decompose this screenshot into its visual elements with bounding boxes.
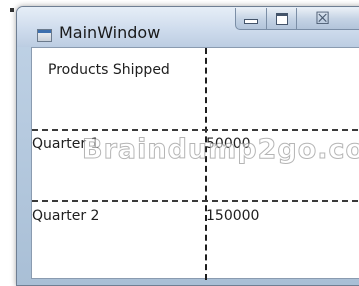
screenshot-margin [0, 0, 16, 284]
main-window: MainWindow ☒ Products Shipped Quarter 1 … [16, 6, 359, 286]
close-icon: ☒ [315, 8, 331, 29]
data-grid: Products Shipped Quarter 1 50000 Quarter… [32, 48, 359, 280]
maximize-icon [267, 8, 296, 29]
column-divider [205, 48, 207, 280]
row-label-quarter-1: Quarter 1 [32, 136, 100, 152]
row-value-quarter-1: 50000 [206, 136, 251, 152]
header-cell: Products Shipped [48, 62, 170, 78]
row-divider [32, 129, 359, 131]
close-button[interactable]: ☒ [297, 8, 359, 30]
client-area: Products Shipped Quarter 1 50000 Quarter… [31, 47, 359, 280]
window-icon[interactable] [37, 29, 52, 42]
minimize-icon [236, 8, 266, 29]
row-label-quarter-2: Quarter 2 [32, 208, 100, 224]
row-divider [32, 200, 359, 202]
window-title: MainWindow [59, 23, 161, 42]
edge-marker [10, 8, 14, 12]
maximize-button[interactable] [267, 8, 297, 30]
row-value-quarter-2: 150000 [206, 208, 260, 224]
minimize-button[interactable] [235, 8, 267, 30]
